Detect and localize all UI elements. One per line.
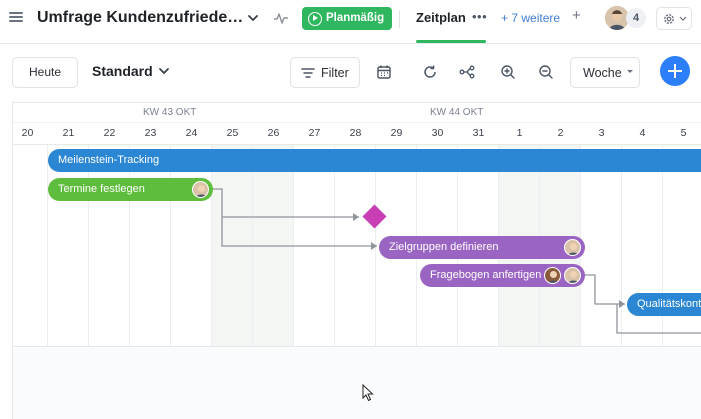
tab-zeitplan[interactable]: Zeitplan bbox=[416, 10, 466, 25]
chevron-down-icon[interactable] bbox=[246, 11, 260, 25]
dependency-line bbox=[221, 217, 377, 247]
status-label: Planmäßig bbox=[326, 12, 385, 24]
task-label: Qualitätskont bbox=[637, 298, 701, 310]
arrowhead bbox=[619, 300, 625, 308]
today-button[interactable]: Heute bbox=[12, 57, 78, 88]
assignee-avatar[interactable] bbox=[564, 239, 581, 256]
mouse-cursor-icon bbox=[362, 384, 374, 402]
filter-icon bbox=[301, 68, 315, 78]
zoom-out-icon[interactable] bbox=[538, 64, 554, 80]
task-label: Zielgruppen definieren bbox=[389, 241, 499, 253]
task-bar[interactable]: Fragebogen anfertigen bbox=[420, 264, 585, 287]
share-icon[interactable] bbox=[459, 64, 475, 80]
empty-area bbox=[12, 346, 701, 419]
members-button[interactable]: 4 bbox=[605, 6, 647, 30]
task-bar[interactable]: Termine festlegen bbox=[48, 178, 213, 201]
task-bar[interactable]: Zielgruppen definieren bbox=[379, 236, 585, 259]
view-selector[interactable]: Standard bbox=[92, 63, 153, 79]
gantt-timeline[interactable]: KW 43 OKT KW 44 OKT 20 21 22 23 24 25 26 27 28 29 3… bbox=[12, 102, 701, 346]
assignee-avatar[interactable] bbox=[192, 181, 209, 198]
status-badge[interactable]: Planmäßig bbox=[302, 7, 393, 30]
hamburger-icon[interactable] bbox=[9, 10, 23, 24]
dependency-line bbox=[213, 188, 359, 218]
filter-button[interactable]: Filter bbox=[290, 57, 360, 88]
active-tab-indicator bbox=[416, 40, 486, 43]
assignee-avatar[interactable] bbox=[544, 267, 561, 284]
tab-options-button[interactable]: ••• bbox=[472, 9, 487, 24]
task-label: Fragebogen anfertigen bbox=[430, 269, 542, 281]
top-bar: Umfrage Kundenzufriede… Planmäßig Zeitpl… bbox=[0, 0, 701, 44]
chevron-down-icon bbox=[627, 70, 633, 73]
filter-label: Filter bbox=[321, 66, 349, 80]
calendar-icon[interactable] bbox=[376, 64, 392, 80]
add-tab-button[interactable]: + bbox=[572, 7, 581, 24]
arrowhead bbox=[371, 242, 377, 250]
more-tabs-link[interactable]: + 7 weitere bbox=[501, 11, 560, 25]
timescale-selector[interactable]: Woche bbox=[570, 57, 640, 88]
play-circle-icon bbox=[308, 11, 322, 26]
gear-icon bbox=[664, 14, 674, 24]
add-button[interactable] bbox=[660, 56, 690, 86]
settings-button[interactable] bbox=[656, 7, 692, 30]
task-bar[interactable]: Meilenstein-Tracking bbox=[48, 149, 701, 172]
dependency-line bbox=[585, 274, 625, 305]
toolbar: Heute Standard Filter Woche bbox=[0, 44, 701, 102]
activity-icon[interactable] bbox=[273, 11, 289, 25]
divider bbox=[399, 10, 400, 28]
chevron-down-icon[interactable] bbox=[157, 64, 171, 78]
refresh-icon[interactable] bbox=[422, 64, 438, 80]
arrowhead bbox=[353, 213, 359, 221]
timescale-label: Woche bbox=[583, 66, 622, 80]
task-label: Meilenstein-Tracking bbox=[58, 154, 160, 166]
chevron-down-icon bbox=[679, 16, 687, 21]
assignee-avatar[interactable] bbox=[564, 267, 581, 284]
zoom-in-icon[interactable] bbox=[500, 64, 516, 80]
project-title[interactable]: Umfrage Kundenzufriede… bbox=[37, 9, 243, 27]
task-bar[interactable]: Qualitätskont bbox=[627, 293, 701, 316]
task-label: Termine festlegen bbox=[58, 183, 145, 195]
member-count-badge: 4 bbox=[626, 8, 646, 28]
dependency-lines bbox=[213, 188, 701, 334]
